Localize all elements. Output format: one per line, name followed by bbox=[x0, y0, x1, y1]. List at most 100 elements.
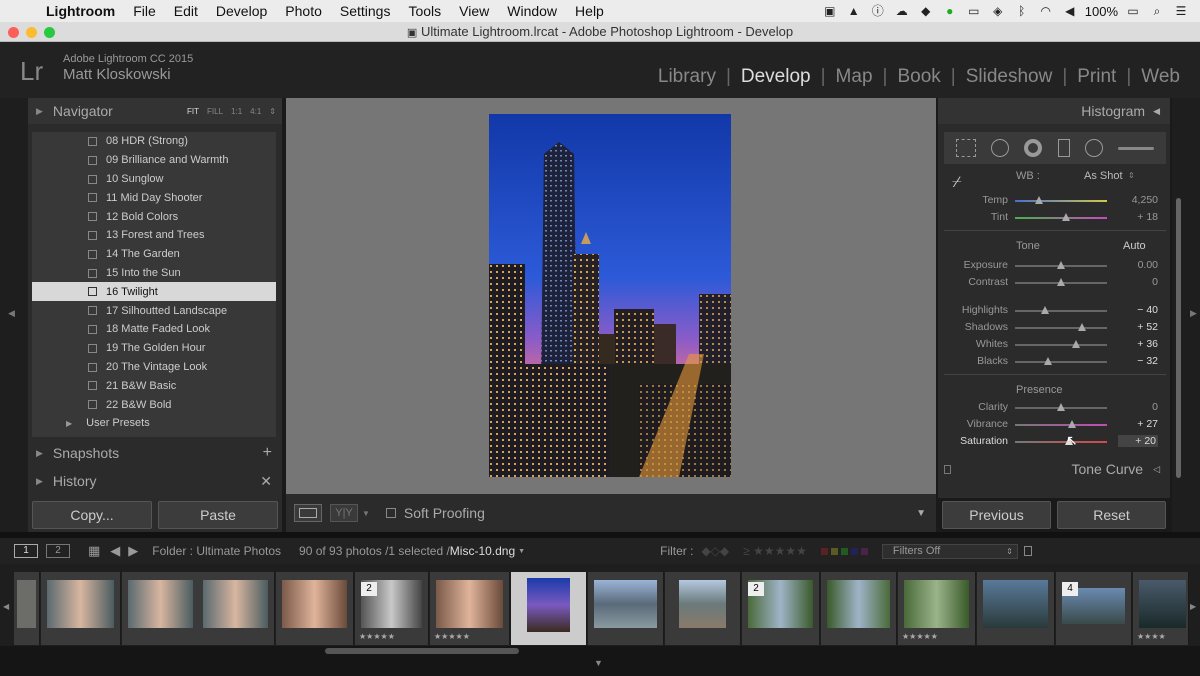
preset-item[interactable]: 09 Brilliance and Warmth bbox=[32, 151, 276, 170]
module-develop[interactable]: Develop bbox=[731, 66, 821, 88]
back-arrow-icon[interactable]: ◀ bbox=[110, 543, 120, 559]
temp-slider[interactable]: Temp 4,250 bbox=[938, 192, 1170, 209]
filmstrip-thumb[interactable] bbox=[665, 572, 741, 645]
filmstrip-thumb-selected[interactable] bbox=[511, 572, 587, 645]
user-presets-folder[interactable]: ▶ User Presets bbox=[32, 414, 276, 433]
menu-photo[interactable]: Photo bbox=[276, 3, 331, 19]
filmstrip-scroll-thumb[interactable] bbox=[325, 648, 519, 654]
dropbox-icon[interactable]: ◈ bbox=[989, 4, 1007, 18]
highlights-knob[interactable] bbox=[1041, 306, 1049, 314]
histogram-header[interactable]: Histogram ◀ bbox=[938, 98, 1170, 124]
preset-item[interactable]: 17 Silhoutted Landscape bbox=[32, 301, 276, 320]
red-eye-tool-icon[interactable] bbox=[1024, 139, 1043, 157]
list-icon[interactable]: ☰ bbox=[1172, 4, 1190, 18]
flag-filter-icons[interactable]: ◆◇◆ bbox=[701, 544, 729, 558]
preset-item[interactable]: 11 Mid Day Shooter bbox=[32, 188, 276, 207]
snapshots-header[interactable]: ▶ Snapshots + bbox=[28, 440, 282, 466]
copy-button[interactable]: Copy... bbox=[32, 501, 152, 529]
contrast-slider[interactable]: Contrast 0 bbox=[938, 274, 1170, 291]
add-snapshot-icon[interactable]: + bbox=[263, 444, 282, 462]
image-view[interactable] bbox=[286, 98, 936, 494]
monitor-1-button[interactable]: 1 bbox=[14, 544, 38, 558]
temp-knob[interactable] bbox=[1035, 196, 1043, 204]
preset-item[interactable]: 15 Into the Sun bbox=[32, 264, 276, 283]
whites-slider[interactable]: Whites + 36 bbox=[938, 336, 1170, 353]
filmstrip-thumb[interactable] bbox=[14, 572, 40, 645]
filmstrip-thumb[interactable]: 4 bbox=[1056, 572, 1132, 645]
vibrance-knob[interactable] bbox=[1068, 420, 1076, 428]
monitor-2-button[interactable]: 2 bbox=[46, 544, 70, 558]
preset-item[interactable]: 08 HDR (Strong) bbox=[32, 132, 276, 151]
before-after-dropdown-icon[interactable]: ▼ bbox=[362, 509, 370, 518]
info-icon[interactable]: ⓘ bbox=[869, 4, 887, 18]
filmstrip-thumb[interactable] bbox=[122, 572, 200, 645]
collapse-filmstrip-icon[interactable]: ▼ bbox=[594, 658, 603, 668]
shadows-knob[interactable] bbox=[1078, 323, 1086, 331]
module-book[interactable]: Book bbox=[887, 66, 950, 88]
filmstrip-scrollbar[interactable]: ▼ bbox=[0, 646, 1200, 676]
exposure-knob[interactable] bbox=[1057, 261, 1065, 269]
clear-history-icon[interactable]: ✕ bbox=[260, 473, 282, 490]
zoom-window-button[interactable] bbox=[44, 27, 55, 38]
filmstrip-thumb[interactable]: ★★★★★ bbox=[898, 572, 976, 645]
left-panel-toggle[interactable]: ◀ bbox=[0, 98, 28, 532]
clarity-slider[interactable]: Clarity 0 bbox=[938, 399, 1170, 416]
grid-view-icon[interactable]: ▦ bbox=[88, 543, 100, 559]
preset-item[interactable]: 14 The Garden bbox=[32, 245, 276, 264]
drive-icon[interactable]: ▲ bbox=[845, 4, 863, 18]
selected-filename[interactable]: Misc-10.dng bbox=[450, 544, 515, 558]
preset-item[interactable]: 12 Bold Colors bbox=[32, 207, 276, 226]
minimize-window-button[interactable] bbox=[26, 27, 37, 38]
contrast-knob[interactable] bbox=[1057, 278, 1065, 286]
radial-filter-icon[interactable] bbox=[1084, 139, 1103, 157]
search-icon[interactable]: ⌕ bbox=[1148, 4, 1166, 18]
whites-knob[interactable] bbox=[1072, 340, 1080, 348]
color-filter-icons[interactable] bbox=[820, 547, 868, 555]
vibrance-slider[interactable]: Vibrance + 27 bbox=[938, 416, 1170, 433]
before-after-button[interactable]: Y|Y bbox=[330, 504, 358, 522]
loupe-view-button[interactable] bbox=[294, 504, 322, 522]
scrollbar-thumb[interactable] bbox=[1176, 198, 1181, 478]
spot-removal-tool-icon[interactable] bbox=[990, 139, 1009, 157]
tint-knob[interactable] bbox=[1062, 213, 1070, 221]
menu-file[interactable]: File bbox=[124, 3, 165, 19]
menu-app[interactable]: Lightroom bbox=[40, 3, 124, 19]
panel-switch-icon[interactable] bbox=[944, 464, 951, 474]
history-header[interactable]: ▶ History ✕ bbox=[28, 468, 282, 494]
menu-edit[interactable]: Edit bbox=[165, 3, 207, 19]
shadows-slider[interactable]: Shadows + 52 bbox=[938, 319, 1170, 336]
tone-curve-header[interactable]: Tone Curve ◁ bbox=[938, 456, 1170, 482]
blacks-knob[interactable] bbox=[1044, 357, 1052, 365]
cloud-icon[interactable]: ☁ bbox=[893, 4, 911, 18]
status-green-icon[interactable]: ● bbox=[941, 4, 959, 18]
zoom-1-1[interactable]: 1:1 bbox=[231, 107, 242, 116]
auto-tone-button[interactable]: Auto bbox=[1123, 240, 1146, 252]
preset-item[interactable]: 18 Matte Faded Look bbox=[32, 320, 276, 339]
forward-arrow-icon[interactable]: ▶ bbox=[128, 543, 138, 559]
saturation-slider[interactable]: Saturation + 20 bbox=[938, 433, 1170, 450]
soft-proofing-checkbox[interactable] bbox=[385, 508, 396, 518]
preset-item-selected[interactable]: 16 Twilight bbox=[32, 282, 276, 302]
highlights-slider[interactable]: Highlights − 40 bbox=[938, 302, 1170, 319]
exposure-slider[interactable]: Exposure 0.00 bbox=[938, 257, 1170, 274]
wb-value[interactable]: As Shot bbox=[1084, 170, 1123, 182]
zoom-4-1[interactable]: 4:1 bbox=[250, 107, 261, 116]
filmstrip-thumb[interactable]: ★★★★ bbox=[1133, 572, 1189, 645]
wifi-icon[interactable]: ◠ bbox=[1037, 4, 1055, 18]
right-panel-scrollbar[interactable]: ▶ bbox=[1172, 98, 1200, 532]
filmstrip-thumb[interactable] bbox=[977, 572, 1055, 645]
preset-item[interactable]: 20 The Vintage Look bbox=[32, 358, 276, 377]
module-slideshow[interactable]: Slideshow bbox=[956, 66, 1063, 88]
filmstrip-thumb[interactable] bbox=[197, 572, 275, 645]
preset-item[interactable]: 22 B&W Bold bbox=[32, 395, 276, 414]
filters-dropdown[interactable]: Filters Off ⇕ bbox=[881, 543, 1018, 559]
zoom-dropdown-icon[interactable]: ⇕ bbox=[269, 107, 276, 116]
clarity-knob[interactable] bbox=[1057, 403, 1065, 411]
zoom-fill[interactable]: FILL bbox=[207, 107, 223, 116]
reset-button[interactable]: Reset bbox=[1057, 501, 1166, 529]
filename-dropdown-icon[interactable]: ▼ bbox=[518, 548, 525, 555]
navigator-header[interactable]: ▶ Navigator FIT FILL 1:1 4:1 ⇕ bbox=[28, 98, 282, 124]
menu-develop[interactable]: Develop bbox=[207, 3, 276, 19]
filmstrip-left-arrow-icon[interactable]: ◀ bbox=[3, 602, 9, 611]
menu-help[interactable]: Help bbox=[566, 3, 613, 19]
